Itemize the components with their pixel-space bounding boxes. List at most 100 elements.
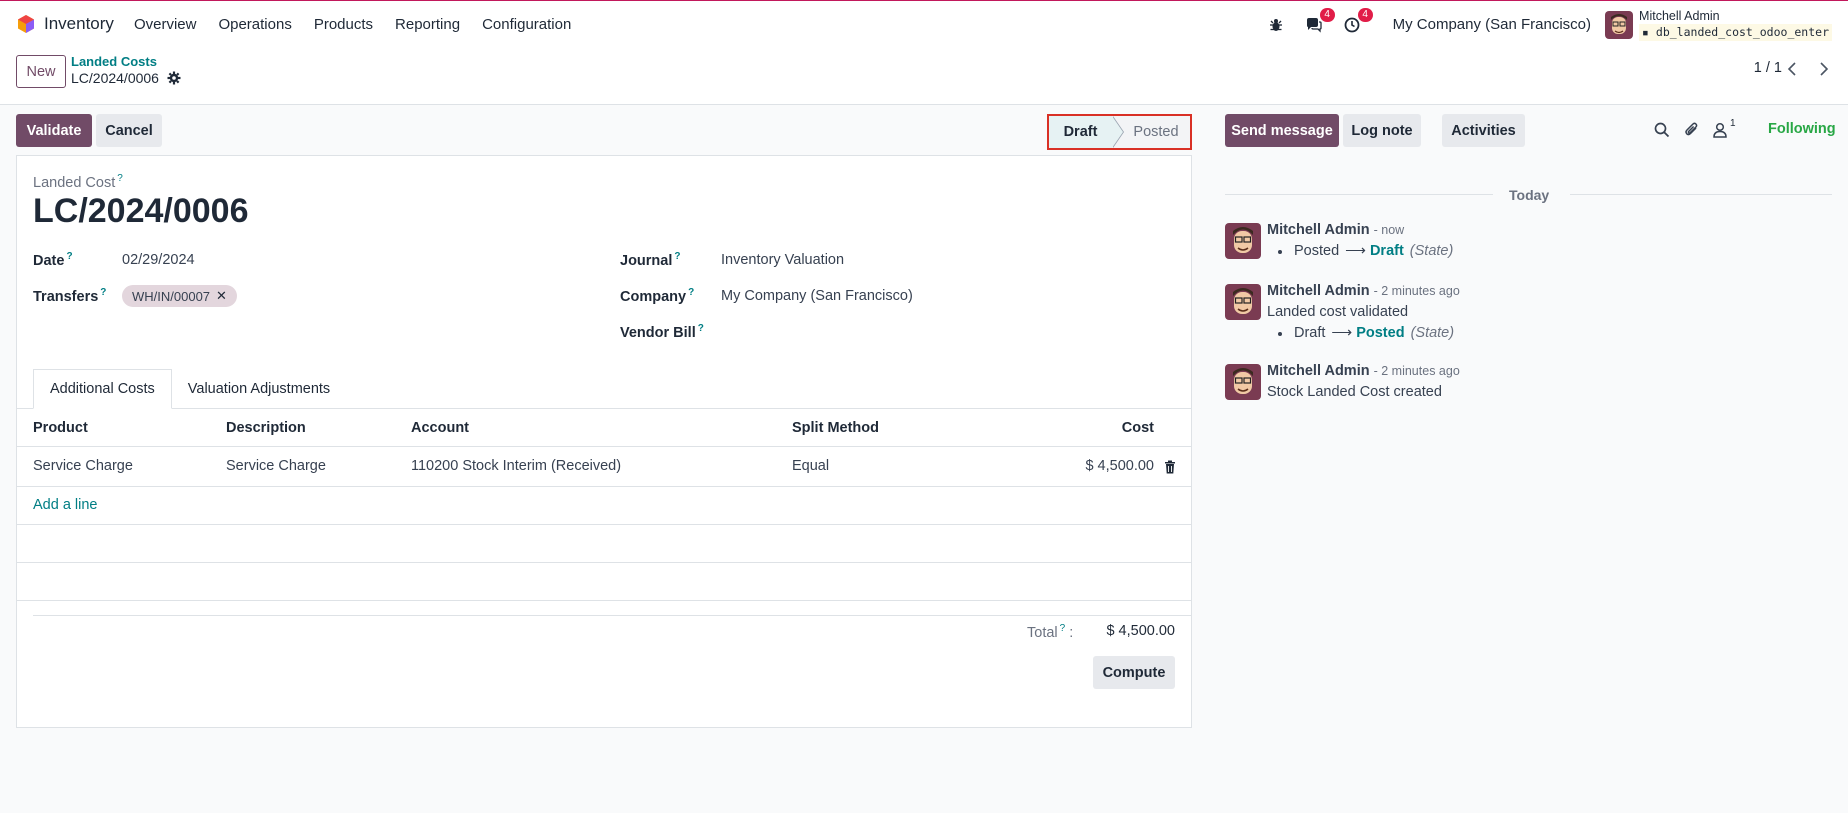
help-tooltip-icon[interactable]: ?	[100, 287, 106, 298]
form-sheet: Landed Cost? LC/2024/0006 Date? 02/29/20…	[16, 155, 1192, 728]
activities-badge: 4	[1357, 7, 1373, 22]
tracking-old-value: Draft	[1294, 325, 1326, 341]
menu-operations[interactable]: Operations	[218, 16, 291, 33]
record-name[interactable]: LC/2024/0006	[33, 192, 249, 231]
breadcrumb-landed-costs[interactable]: Landed Costs	[71, 54, 157, 69]
control-panel: New Landed Costs LC/2024/0006 1 / 1	[0, 47, 1848, 105]
message-author-name[interactable]: Mitchell Admin	[1267, 363, 1370, 379]
tracking-field: (State)	[1410, 325, 1455, 341]
user-name[interactable]: Mitchell Admin	[1639, 9, 1832, 24]
today-divider	[1225, 194, 1493, 195]
help-tooltip-icon[interactable]: ?	[698, 323, 704, 334]
notebook-tabs: Additional Costs Valuation Adjustments	[33, 369, 346, 409]
add-line-row: Add a line	[17, 487, 1191, 525]
menu-configuration[interactable]: Configuration	[482, 16, 571, 33]
send-message-button[interactable]: Send message	[1225, 114, 1339, 147]
odoo-app-logo-icon[interactable]	[16, 14, 36, 34]
message-author: Mitchell Admin - 2 minutes ago	[1267, 363, 1460, 379]
database-icon: ▪	[1642, 24, 1649, 39]
menu-overview[interactable]: Overview	[134, 16, 197, 33]
followers-count: 1	[1730, 118, 1736, 129]
column-product[interactable]: Product	[33, 420, 88, 436]
avatar[interactable]	[1225, 223, 1261, 259]
table-header: Product Description Account Split Method…	[17, 409, 1191, 447]
empty-row	[17, 563, 1191, 601]
trash-icon[interactable]	[1164, 460, 1176, 474]
search-icon[interactable]	[1653, 121, 1671, 139]
status-draft[interactable]: Draft	[1049, 116, 1124, 148]
help-tooltip-icon[interactable]: ?	[674, 251, 680, 262]
cell-cost[interactable]: $ 4,500.00	[1085, 458, 1154, 474]
tracking-value: Posted ⟶ Draft (State)	[1294, 243, 1453, 259]
avatar[interactable]	[1225, 364, 1261, 400]
database-label: db_landed_cost_odoo_enter	[1655, 24, 1829, 39]
landed-cost-label: Landed Cost?	[33, 173, 123, 191]
cancel-button[interactable]: Cancel	[96, 114, 162, 147]
menu-products[interactable]: Products	[314, 16, 373, 33]
cell-split-method[interactable]: Equal	[792, 458, 829, 474]
journal-field[interactable]: Inventory Valuation	[721, 252, 844, 268]
tracking-value: Draft ⟶ Posted (State)	[1294, 325, 1454, 341]
followers-user-icon[interactable]	[1711, 121, 1729, 139]
help-tooltip-icon[interactable]: ?	[688, 287, 694, 298]
cell-description[interactable]: Service Charge	[226, 458, 326, 474]
gear-icon[interactable]	[167, 71, 181, 85]
activities-button[interactable]: Activities	[1442, 114, 1525, 147]
status-bar: Draft Posted	[1047, 114, 1192, 150]
message-time: - now	[1373, 223, 1405, 237]
user-avatar[interactable]	[1605, 10, 1634, 39]
arrow-right-icon: ⟶	[1345, 243, 1366, 259]
pager-previous-icon[interactable]	[1778, 57, 1806, 81]
transfer-tag[interactable]: WH/IN/00007 ✕	[122, 285, 237, 307]
top-navbar: Inventory Overview Operations Products R…	[0, 0, 1848, 47]
bullet	[1278, 250, 1282, 254]
company-switcher[interactable]: My Company (San Francisco)	[1393, 16, 1591, 33]
help-tooltip-icon[interactable]: ?	[66, 251, 72, 262]
cell-account[interactable]: 110200 Stock Interim (Received)	[411, 458, 621, 474]
compute-button[interactable]: Compute	[1093, 656, 1175, 689]
transfers-label: Transfers?	[33, 287, 106, 305]
today-separator: Today	[1509, 187, 1550, 203]
date-label-text: Date	[33, 252, 65, 269]
menu-reporting[interactable]: Reporting	[395, 16, 460, 33]
messages-icon[interactable]: 4	[1303, 7, 1335, 36]
vendor-bill-field[interactable]	[721, 324, 1021, 344]
arrow-right-icon: ⟶	[1331, 325, 1353, 341]
journal-label: Journal?	[620, 251, 680, 269]
company-label: Company?	[620, 287, 694, 305]
date-field[interactable]: 02/29/2024	[122, 252, 195, 268]
breadcrumb-current-record: LC/2024/0006	[71, 70, 159, 86]
message-author-name[interactable]: Mitchell Admin	[1267, 283, 1370, 299]
debug-bug-icon[interactable]	[1265, 14, 1287, 36]
vendor-bill-label-text: Vendor Bill	[620, 324, 696, 341]
date-label: Date?	[33, 251, 73, 269]
tab-additional-costs[interactable]: Additional Costs	[33, 369, 172, 409]
tracking-old-value: Posted	[1294, 243, 1340, 259]
column-cost[interactable]: Cost	[1122, 420, 1154, 436]
pager-next-icon[interactable]	[1810, 57, 1838, 81]
log-note-button[interactable]: Log note	[1343, 114, 1421, 147]
validate-button[interactable]: Validate	[16, 114, 92, 147]
help-tooltip-icon[interactable]: ?	[117, 173, 123, 184]
company-label-text: Company	[620, 288, 687, 305]
new-button[interactable]: New	[16, 55, 66, 88]
company-field[interactable]: My Company (San Francisco)	[721, 288, 913, 304]
transfer-tag-label: WH/IN/00007	[132, 288, 211, 304]
following-button[interactable]: Following	[1768, 121, 1836, 137]
paperclip-icon[interactable]	[1683, 121, 1701, 139]
help-tooltip-icon[interactable]: ?	[1060, 623, 1066, 634]
activities-clock-icon[interactable]: 4	[1341, 7, 1373, 36]
message-time: - 2 minutes ago	[1373, 364, 1460, 378]
vendor-bill-label: Vendor Bill?	[620, 323, 704, 341]
app-name[interactable]: Inventory	[44, 14, 114, 34]
column-split-method[interactable]: Split Method	[792, 420, 879, 436]
column-account[interactable]: Account	[411, 420, 469, 436]
tab-valuation-adjustments[interactable]: Valuation Adjustments	[172, 369, 346, 409]
column-description[interactable]: Description	[226, 420, 306, 436]
remove-tag-close-icon[interactable]: ✕	[216, 288, 227, 304]
cell-product[interactable]: Service Charge	[33, 458, 133, 474]
avatar[interactable]	[1225, 284, 1261, 320]
add-line-link[interactable]: Add a line	[33, 497, 98, 513]
table-row[interactable]: Service Charge Service Charge 110200 Sto…	[17, 447, 1191, 487]
message-author-name[interactable]: Mitchell Admin	[1267, 222, 1370, 238]
